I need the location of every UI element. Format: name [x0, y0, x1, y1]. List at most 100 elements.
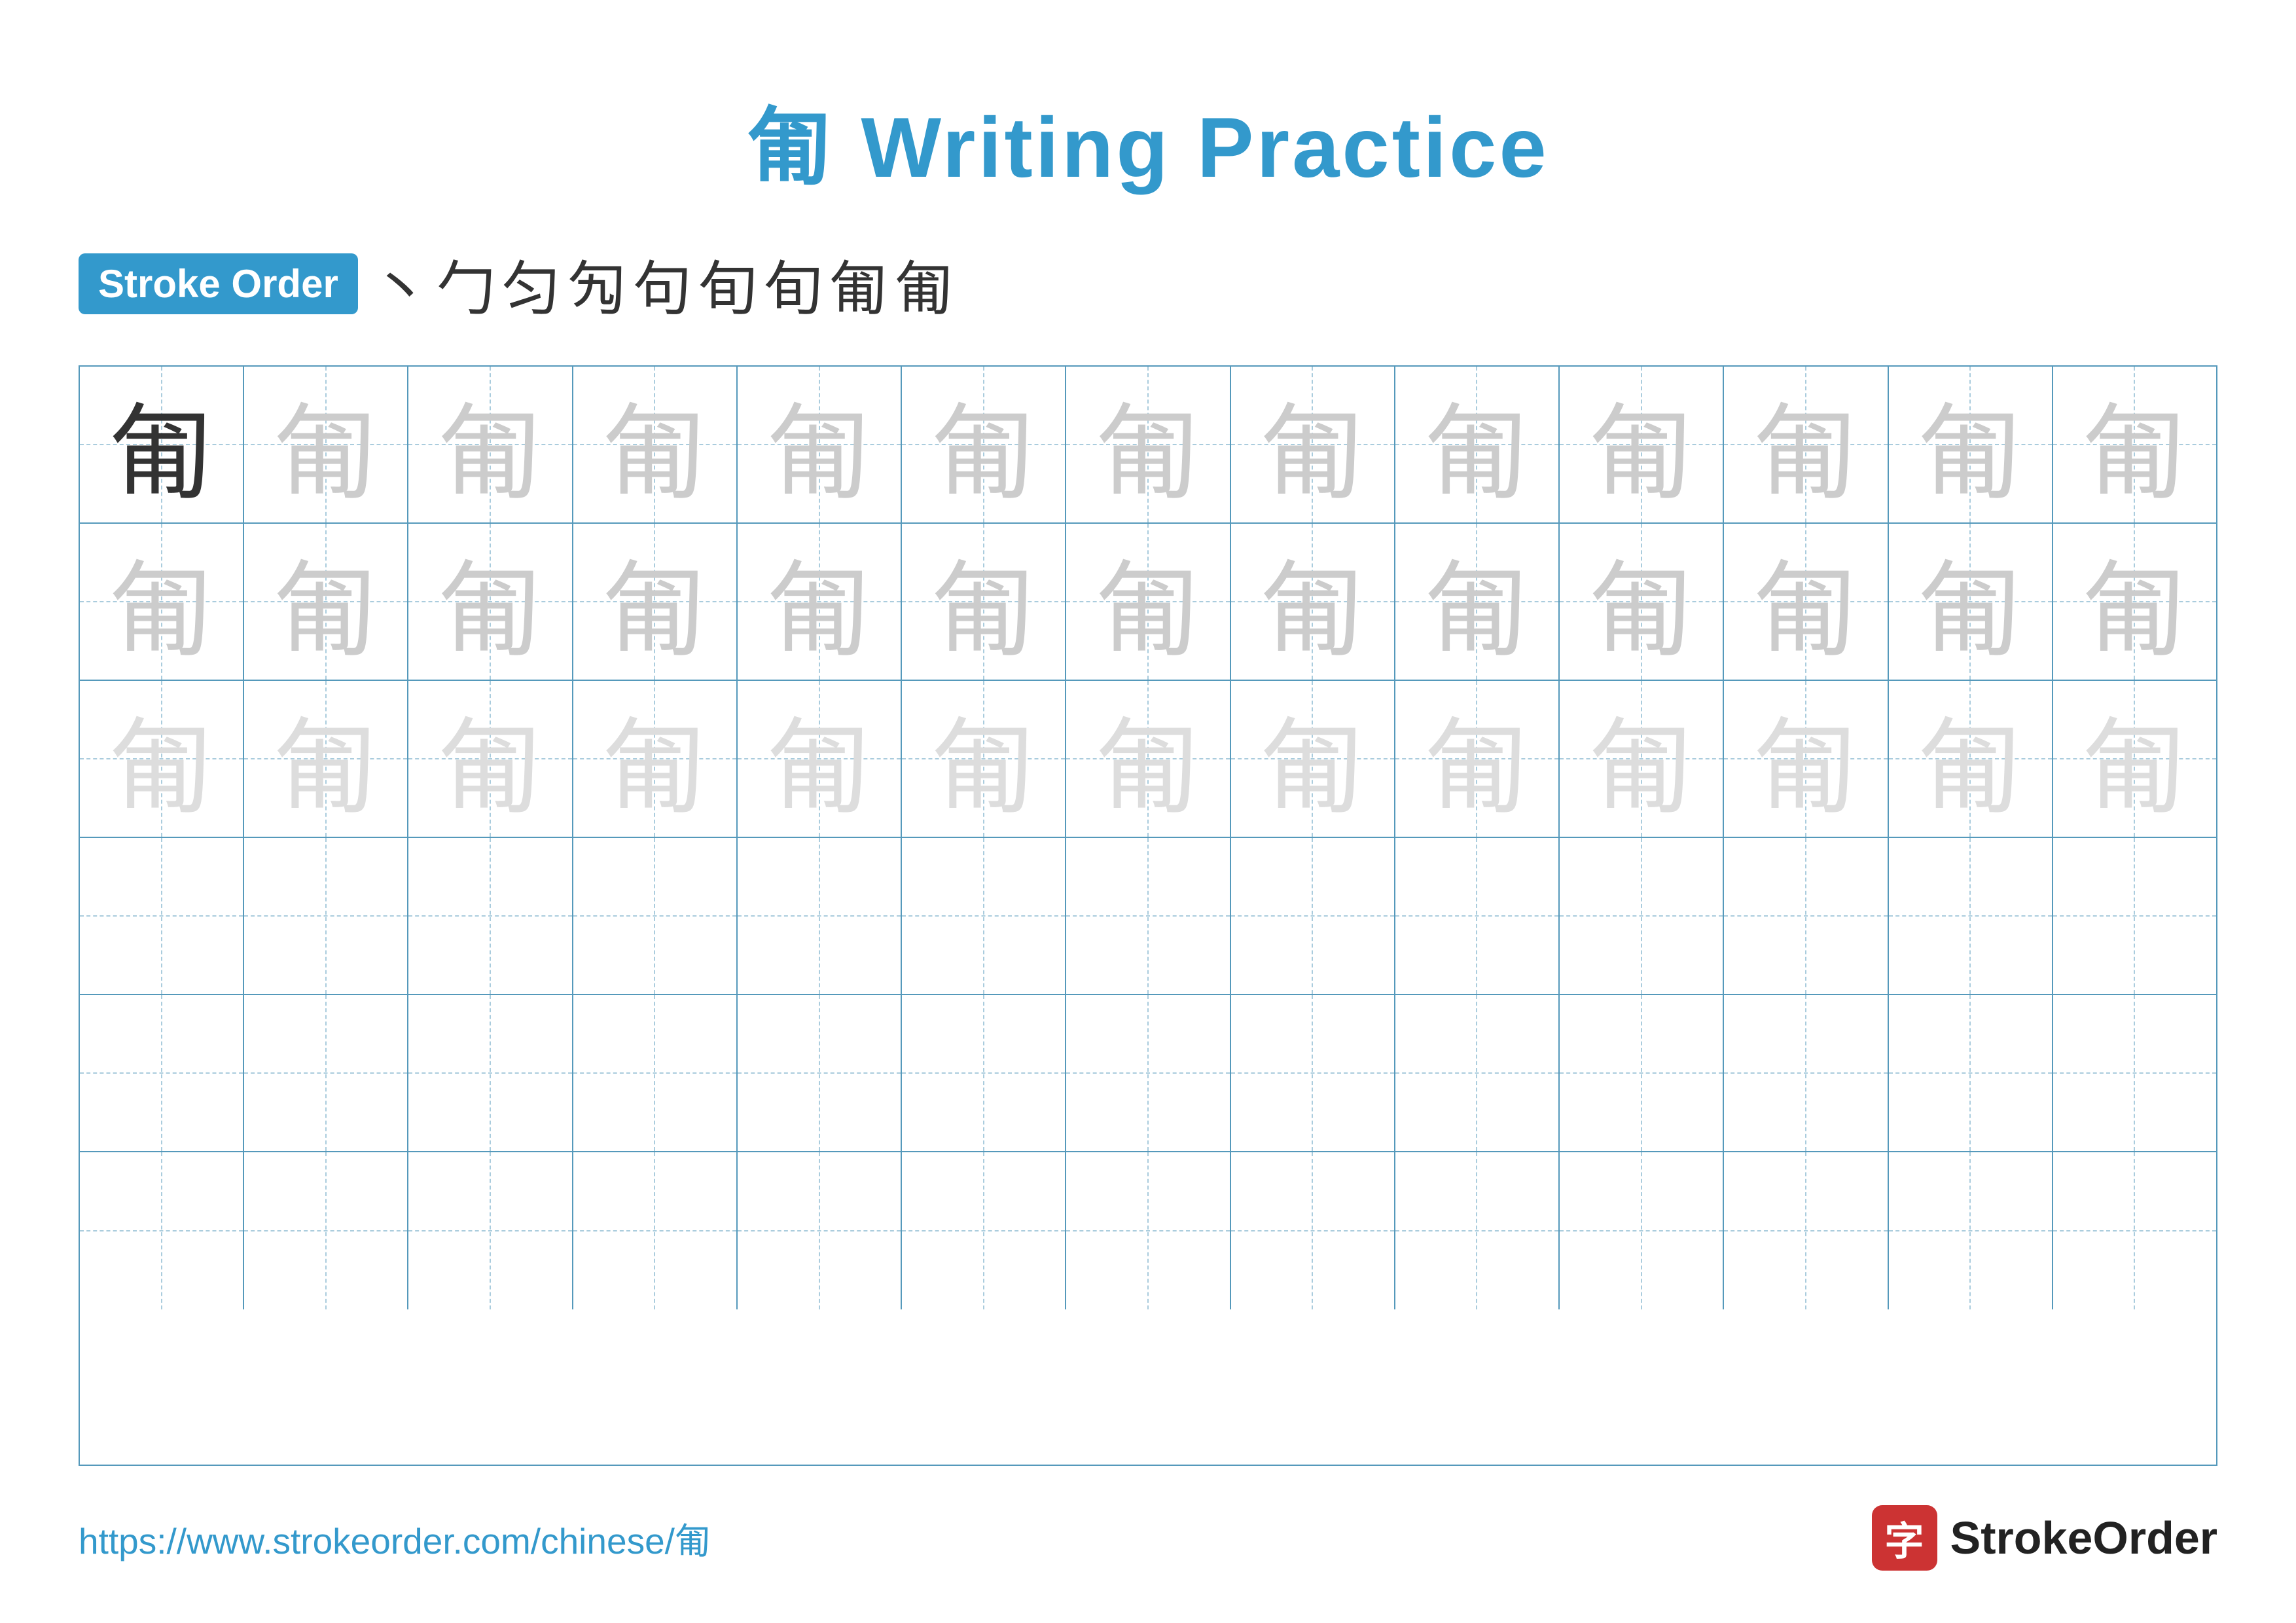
char-light: 匍 — [109, 683, 214, 835]
char-light: 匍 — [1918, 683, 2022, 835]
char-medium: 匍 — [767, 526, 872, 678]
cell-6-10[interactable] — [1560, 1152, 1724, 1309]
page: 匍 Writing Practice Stroke Order 丶 勹 匀 勼 … — [0, 0, 2296, 1623]
cell-2-2[interactable]: 匍 — [244, 524, 408, 680]
cell-4-5[interactable] — [738, 838, 902, 994]
cell-3-7[interactable]: 匍 — [1066, 681, 1230, 837]
char-medium: 匍 — [1589, 526, 1694, 678]
cell-4-9[interactable] — [1395, 838, 1560, 994]
char-medium: 匍 — [1424, 369, 1529, 520]
char-medium: 匍 — [602, 369, 707, 520]
cell-6-4[interactable] — [573, 1152, 738, 1309]
cell-5-12[interactable] — [1889, 995, 2053, 1151]
cell-2-4[interactable]: 匍 — [573, 524, 738, 680]
cell-6-11[interactable] — [1724, 1152, 1888, 1309]
cell-3-10[interactable]: 匍 — [1560, 681, 1724, 837]
cell-1-5[interactable]: 匍 — [738, 367, 902, 522]
stroke-4: 勼 — [567, 241, 626, 326]
cell-5-11[interactable] — [1724, 995, 1888, 1151]
cell-5-1[interactable] — [80, 995, 244, 1151]
cell-2-12[interactable]: 匍 — [1889, 524, 2053, 680]
cell-6-12[interactable] — [1889, 1152, 2053, 1309]
cell-2-7[interactable]: 匍 — [1066, 524, 1230, 680]
cell-3-9[interactable]: 匍 — [1395, 681, 1560, 837]
cell-5-6[interactable] — [902, 995, 1066, 1151]
cell-2-11[interactable]: 匍 — [1724, 524, 1888, 680]
cell-5-8[interactable] — [1231, 995, 1395, 1151]
cell-5-13[interactable] — [2053, 995, 2216, 1151]
cell-1-6[interactable]: 匍 — [902, 367, 1066, 522]
char-medium: 匍 — [1096, 526, 1200, 678]
cell-1-10[interactable]: 匍 — [1560, 367, 1724, 522]
cell-6-9[interactable] — [1395, 1152, 1560, 1309]
cell-3-12[interactable]: 匍 — [1889, 681, 2053, 837]
char-medium: 匍 — [274, 526, 378, 678]
cell-1-4[interactable]: 匍 — [573, 367, 738, 522]
char-light: 匍 — [1589, 683, 1694, 835]
cell-6-8[interactable] — [1231, 1152, 1395, 1309]
cell-3-3[interactable]: 匍 — [408, 681, 573, 837]
cell-5-3[interactable] — [408, 995, 573, 1151]
char-medium: 匍 — [1753, 526, 1858, 678]
cell-2-3[interactable]: 匍 — [408, 524, 573, 680]
cell-3-11[interactable]: 匍 — [1724, 681, 1888, 837]
cell-3-13[interactable]: 匍 — [2053, 681, 2216, 837]
cell-5-5[interactable] — [738, 995, 902, 1151]
cell-6-1[interactable] — [80, 1152, 244, 1309]
cell-1-8[interactable]: 匍 — [1231, 367, 1395, 522]
cell-3-4[interactable]: 匍 — [573, 681, 738, 837]
cell-2-10[interactable]: 匍 — [1560, 524, 1724, 680]
char-medium: 匍 — [109, 526, 214, 678]
cell-4-2[interactable] — [244, 838, 408, 994]
char-light: 匍 — [931, 683, 1036, 835]
char-medium: 匍 — [1096, 369, 1200, 520]
cell-4-13[interactable] — [2053, 838, 2216, 994]
cell-1-12[interactable]: 匍 — [1889, 367, 2053, 522]
cell-3-2[interactable]: 匍 — [244, 681, 408, 837]
footer-url: https://www.strokeorder.com/chinese/匍 — [79, 1512, 711, 1564]
cell-5-4[interactable] — [573, 995, 738, 1151]
cell-5-10[interactable] — [1560, 995, 1724, 1151]
cell-6-6[interactable] — [902, 1152, 1066, 1309]
cell-4-7[interactable] — [1066, 838, 1230, 994]
cell-5-9[interactable] — [1395, 995, 1560, 1151]
cell-1-1[interactable]: 匍 — [80, 367, 244, 522]
char-medium: 匍 — [1260, 526, 1365, 678]
cell-1-11[interactable]: 匍 — [1724, 367, 1888, 522]
cell-2-5[interactable]: 匍 — [738, 524, 902, 680]
cell-3-5[interactable]: 匍 — [738, 681, 902, 837]
cell-1-9[interactable]: 匍 — [1395, 367, 1560, 522]
cell-4-6[interactable] — [902, 838, 1066, 994]
cell-6-3[interactable] — [408, 1152, 573, 1309]
cell-4-1[interactable] — [80, 838, 244, 994]
char-medium: 匍 — [1753, 369, 1858, 520]
cell-2-1[interactable]: 匍 — [80, 524, 244, 680]
cell-1-7[interactable]: 匍 — [1066, 367, 1230, 522]
cell-3-1[interactable]: 匍 — [80, 681, 244, 837]
cell-6-7[interactable] — [1066, 1152, 1230, 1309]
cell-2-9[interactable]: 匍 — [1395, 524, 1560, 680]
cell-4-11[interactable] — [1724, 838, 1888, 994]
cell-3-6[interactable]: 匍 — [902, 681, 1066, 837]
cell-4-3[interactable] — [408, 838, 573, 994]
cell-5-7[interactable] — [1066, 995, 1230, 1151]
cell-6-2[interactable] — [244, 1152, 408, 1309]
cell-1-3[interactable]: 匍 — [408, 367, 573, 522]
char-medium: 匍 — [438, 369, 543, 520]
char-medium: 匍 — [931, 369, 1036, 520]
cell-4-4[interactable] — [573, 838, 738, 994]
char-dark: 匍 — [109, 369, 214, 520]
cell-6-5[interactable] — [738, 1152, 902, 1309]
cell-2-8[interactable]: 匍 — [1231, 524, 1395, 680]
cell-2-13[interactable]: 匍 — [2053, 524, 2216, 680]
practice-grid: 匍 匍 匍 匍 匍 匍 匍 匍 匍 匍 匍 匍 匍 匍 匍 匍 匍 匍 匍 匍 … — [79, 365, 2217, 1466]
cell-6-13[interactable] — [2053, 1152, 2216, 1309]
cell-4-8[interactable] — [1231, 838, 1395, 994]
cell-5-2[interactable] — [244, 995, 408, 1151]
cell-1-2[interactable]: 匍 — [244, 367, 408, 522]
cell-3-8[interactable]: 匍 — [1231, 681, 1395, 837]
cell-1-13[interactable]: 匍 — [2053, 367, 2216, 522]
cell-4-10[interactable] — [1560, 838, 1724, 994]
cell-2-6[interactable]: 匍 — [902, 524, 1066, 680]
cell-4-12[interactable] — [1889, 838, 2053, 994]
